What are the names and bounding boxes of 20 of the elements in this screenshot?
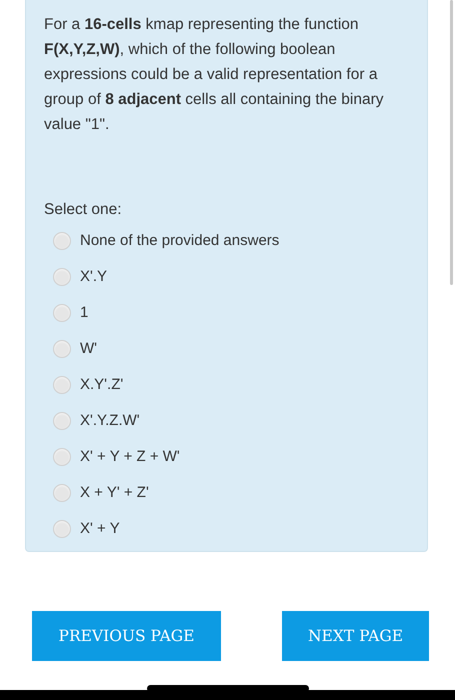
radio-button[interactable] [53, 412, 71, 430]
radio-button[interactable] [53, 484, 71, 502]
radio-button[interactable] [53, 268, 71, 286]
option-label[interactable]: X.Y'.Z' [80, 375, 124, 395]
option-label[interactable]: X'.Y.Z.W' [80, 411, 140, 431]
question-text: For a 16-cells kmap representing the function F(X,Y,Z,W), which of the following boolean expressions could be a valid representation for a group of 8 adjacent cells all containing the binary value "1". [44, 15, 384, 135]
option-label[interactable]: 1 [80, 303, 88, 323]
radio-button[interactable] [53, 520, 71, 538]
option-label[interactable]: X + Y' + Z' [80, 483, 149, 503]
option-label[interactable]: X' + Y + Z + W' [80, 447, 180, 467]
radio-button[interactable] [53, 448, 71, 466]
radio-button[interactable] [53, 232, 71, 250]
option-label[interactable]: X'.Y [80, 267, 108, 287]
radio-button[interactable] [53, 376, 71, 394]
radio-button[interactable] [53, 340, 71, 358]
radio-button[interactable] [53, 304, 71, 322]
option-label[interactable]: None of the provided answers [80, 231, 280, 251]
select-prompt: Select one: [44, 200, 123, 220]
option-label[interactable]: X' + Y [80, 519, 120, 539]
option-label[interactable]: W' [80, 339, 98, 359]
